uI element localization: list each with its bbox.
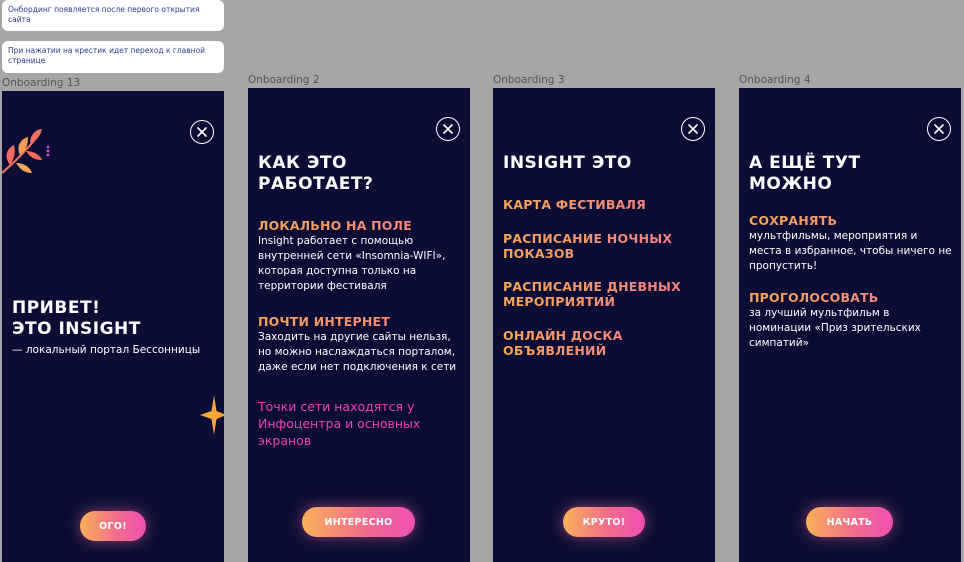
close-button[interactable] bbox=[681, 117, 705, 141]
section-local: ЛОКАЛЬНО НА ПОЛЕ Insight работает с помо… bbox=[258, 218, 462, 294]
close-icon bbox=[443, 124, 453, 134]
network-points-highlight: Точки сети находятся у Инфоцентра и осно… bbox=[258, 399, 421, 448]
section-vote: ПРОГОЛОСОВАТЬ за лучший мультфильм в ном… bbox=[749, 290, 945, 351]
section-save-text: мультфильмы, мероприятия и места в избра… bbox=[749, 230, 952, 272]
leaf-decoration-icon bbox=[2, 127, 58, 184]
section-almost-internet: ПОЧТИ ИНТЕРНЕТ Заходить на другие сайты … bbox=[258, 314, 462, 375]
section-save-heading: СОХРАНЯТЬ bbox=[749, 213, 953, 228]
close-button[interactable] bbox=[927, 117, 951, 141]
onboarding-screen-3: INSIGHT ЭТО КАРТА ФЕСТИВАЛЯ РАСПИСАНИЕ Н… bbox=[493, 88, 715, 562]
section-almost-internet-text: Заходить на другие сайты нельзя, но можн… bbox=[258, 331, 457, 373]
onboarding-screen-4: А ЕЩЁ ТУТ МОЖНО СОХРАНЯТЬ мультфильмы, м… bbox=[739, 88, 961, 562]
section-save: СОХРАНЯТЬ мультфильмы, мероприятия и мес… bbox=[749, 213, 953, 274]
start-button[interactable]: НАЧАТЬ bbox=[806, 507, 893, 537]
also-can-title-line-2: МОЖНО bbox=[749, 174, 833, 194]
close-icon bbox=[688, 124, 698, 134]
close-icon bbox=[934, 124, 944, 134]
feature-night-screenings: РАСПИСАНИЕ НОЧНЫХ ПОКАЗОВ bbox=[503, 231, 695, 261]
welcome-title-line-2: ЭТО INSIGHT bbox=[12, 319, 141, 339]
annotation-note-close-behavior: При нажатии на крестик идет переход к гл… bbox=[2, 41, 224, 73]
welcome-subtitle: — локальный портал Бессонницы bbox=[12, 344, 201, 356]
feature-festival-map: КАРТА ФЕСТИВАЛЯ bbox=[503, 197, 695, 212]
ogo-button[interactable]: ОГО! bbox=[80, 511, 146, 541]
insight-is-title: INSIGHT ЭТО bbox=[503, 153, 632, 173]
how-it-works-title-line-1: КАК ЭТО bbox=[258, 153, 347, 173]
section-vote-text: за лучший мультфильм в номинации «Приз з… bbox=[749, 307, 921, 349]
close-icon bbox=[197, 127, 207, 137]
sparkle-star-icon bbox=[196, 395, 224, 440]
how-it-works-title-line-2: РАБОТАЕТ? bbox=[258, 174, 374, 194]
frame-label-onboarding-3: Onboarding 3 bbox=[493, 74, 565, 86]
section-almost-internet-heading: ПОЧТИ ИНТЕРНЕТ bbox=[258, 314, 462, 329]
section-local-heading: ЛОКАЛЬНО НА ПОЛЕ bbox=[258, 218, 462, 233]
feature-day-events: РАСПИСАНИЕ ДНЕВНЫХ МЕРОПРИЯТИЙ bbox=[503, 279, 701, 309]
also-can-title-line-1: А ЕЩЁ ТУТ bbox=[749, 153, 861, 173]
cool-button[interactable]: КРУТО! bbox=[563, 507, 645, 537]
frame-label-onboarding-2: Onboarding 2 bbox=[248, 74, 320, 86]
onboarding-screen-2: КАК ЭТО РАБОТАЕТ? ЛОКАЛЬНО НА ПОЛЕ Insig… bbox=[248, 88, 470, 562]
interesting-button[interactable]: ИНТЕРЕСНО bbox=[302, 507, 415, 537]
frame-label-onboarding-13: Onboarding 13 bbox=[2, 77, 81, 89]
section-vote-heading: ПРОГОЛОСОВАТЬ bbox=[749, 290, 945, 305]
annotation-note-first-open: Онбординг появляется после первого откры… bbox=[2, 0, 224, 31]
welcome-title-line-1: ПРИВЕТ! bbox=[12, 298, 101, 318]
close-button[interactable] bbox=[190, 120, 214, 144]
frame-label-onboarding-4: Onboarding 4 bbox=[739, 74, 811, 86]
section-local-text: Insight работает с помощью внутренней се… bbox=[258, 235, 446, 292]
onboarding-screen-1: ПРИВЕТ! ЭТО INSIGHT — локальный портал Б… bbox=[2, 91, 224, 562]
close-button[interactable] bbox=[436, 117, 460, 141]
feature-online-board: ОНЛАЙН ДОСКА ОБЪЯВЛЕНИЙ bbox=[503, 328, 655, 358]
